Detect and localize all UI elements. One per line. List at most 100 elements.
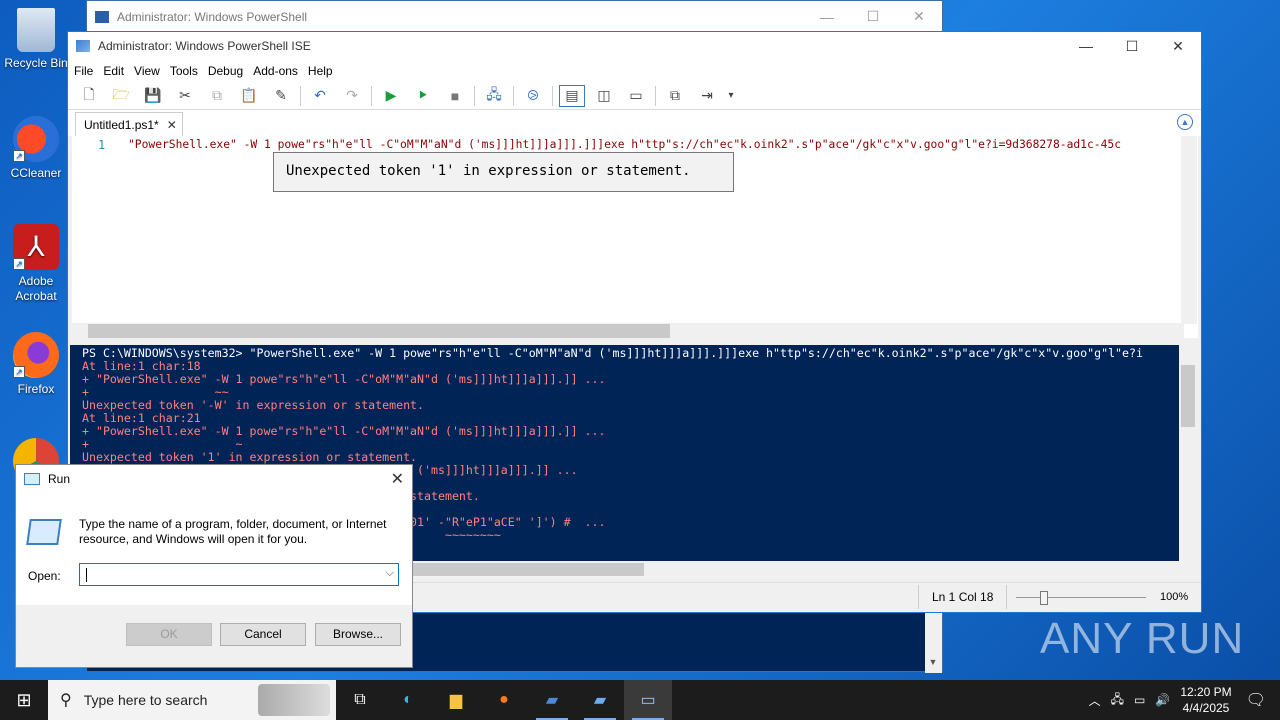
menu-edit[interactable]: Edit	[103, 64, 131, 78]
clock-time: 12:20 PM	[1180, 685, 1232, 699]
menu-tools[interactable]: Tools	[170, 64, 205, 78]
remote-powershell-icon[interactable]: 🖧	[481, 85, 507, 107]
toolbar-separator	[300, 85, 301, 106]
menu-bar: File Edit View Tools Debug Add-ons Help	[68, 60, 1201, 82]
zoom-slider[interactable]	[1016, 591, 1146, 605]
console-line: + "PowerShell.exe" -W 1 powe"rs"h"e"ll -…	[82, 372, 606, 386]
cancel-button[interactable]: Cancel	[220, 623, 306, 646]
taskbar-run[interactable]: ▭	[624, 680, 672, 720]
console-line: PS C:\WINDOWS\system32> "PowerShell.exe"…	[82, 346, 1143, 360]
open-input[interactable]: ⌵	[79, 563, 399, 586]
desktop-icon-ccleaner[interactable]: ↗ CCleaner	[0, 116, 72, 181]
console-vertical-scrollbar[interactable]	[1179, 345, 1197, 561]
taskbar-firefox[interactable]: ●	[480, 680, 528, 720]
run-titlebar[interactable]: Run	[16, 465, 412, 493]
taskbar-file-explorer[interactable]: ▆	[432, 680, 480, 720]
menu-add-ons[interactable]: Add-ons	[253, 64, 305, 78]
menu-file[interactable]: File	[74, 64, 100, 78]
show-script-pane-top-icon[interactable]: ▤	[559, 84, 585, 107]
menu-view[interactable]: View	[134, 64, 167, 78]
scrollbar-thumb[interactable]	[1181, 365, 1195, 427]
tab-untitled1[interactable]: Untitled1.ps1* ✕	[75, 112, 183, 136]
adobe-acrobat-icon: ⅄ ↗	[13, 224, 59, 270]
shortcut-arrow-icon: ↗	[13, 366, 25, 378]
desktop-icon-adobe-acrobat[interactable]: ⅄ ↗ Adobe Acrobat	[0, 224, 72, 304]
open-folder-icon[interactable]: 🗁	[108, 85, 134, 107]
show-script-pane-max-icon[interactable]: ▭	[623, 85, 649, 107]
folder-icon: ▆	[449, 692, 463, 709]
show-script-pane-right-icon[interactable]: ◫	[591, 85, 617, 107]
start-powershell-icon[interactable]: ⧁	[520, 85, 546, 107]
script-code[interactable]: "PowerShell.exe" -W 1 powe"rs"h"e"ll -C"…	[128, 138, 1184, 151]
toolbar-overflow-icon[interactable]: ▾	[726, 85, 736, 107]
chevron-down-icon[interactable]: ⌵	[386, 567, 394, 580]
toolbar-separator	[655, 85, 656, 106]
start-button[interactable]: ⊞	[0, 680, 48, 720]
collapse-script-pane-icon[interactable]: ▲	[1177, 114, 1193, 130]
taskbar-powershell[interactable]: ▰	[528, 680, 576, 720]
undo-icon[interactable]: ↶	[307, 85, 333, 107]
taskbar-search[interactable]: ⚲ Type here to search	[48, 680, 336, 720]
run-description: Type the name of a program, folder, docu…	[79, 517, 387, 546]
browse-button[interactable]: Browse...	[315, 623, 401, 646]
console-line: + "PowerShell.exe" -W 1 powe"rs"h"e"ll -…	[82, 424, 606, 438]
show-hidden-icons-icon[interactable]: ︿	[1089, 692, 1101, 709]
run-button-bar: OK Cancel Browse...	[16, 605, 412, 667]
network-icon[interactable]: 🖧	[1111, 690, 1124, 711]
run-selection-icon[interactable]: ⯈	[410, 85, 436, 107]
display-icon[interactable]: ▭	[1134, 693, 1145, 707]
menu-help[interactable]: Help	[308, 64, 340, 78]
search-icon: ⚲	[60, 692, 72, 709]
text-caret	[86, 568, 87, 582]
shortcut-arrow-icon: ↗	[13, 150, 25, 162]
script-editor[interactable]: 1 "PowerShell.exe" -W 1 powe"rs"h"e"ll -…	[72, 136, 1198, 338]
redo-icon[interactable]: ↷	[339, 85, 365, 107]
task-view-button[interactable]: ⧉	[336, 680, 384, 720]
open-label: Open:	[28, 569, 61, 583]
close-button[interactable]: ✕	[896, 1, 942, 32]
minimize-button[interactable]: —	[1063, 32, 1109, 60]
cut-icon[interactable]: ✂	[172, 85, 198, 107]
console-line: Unexpected token '-W' in expression or s…	[82, 398, 425, 412]
window-title: Administrator: Windows PowerShell	[117, 9, 308, 24]
maximize-button[interactable]: ☐	[1109, 32, 1155, 60]
close-button[interactable]: ✕	[1155, 32, 1201, 60]
clock[interactable]: 12:20 PM 4/4/2025	[1180, 684, 1231, 716]
save-icon[interactable]: 💾	[140, 85, 166, 107]
volume-icon[interactable]: 🔊	[1155, 693, 1170, 707]
run-dialog[interactable]: Run ✕ Type the name of a program, folder…	[15, 464, 413, 668]
windows-logo-icon: ⊞	[16, 689, 32, 710]
notifications-icon[interactable]: 🗨	[1246, 690, 1266, 710]
editor-vertical-scrollbar[interactable]	[1181, 136, 1197, 324]
desktop-icon-label: Firefox	[17, 382, 55, 396]
scroll-down-arrow-icon[interactable]: ▼	[926, 655, 940, 669]
new-file-icon[interactable]: 🗋	[76, 85, 102, 107]
minimize-button[interactable]: —	[804, 1, 850, 32]
close-tab-icon[interactable]: ✕	[167, 118, 177, 132]
run-script-icon[interactable]: ▶	[378, 85, 404, 107]
desktop-icon-recycle-bin[interactable]: Recycle Bin	[0, 8, 72, 71]
stop-icon[interactable]: ■	[442, 85, 468, 107]
desktop-icon-firefox[interactable]: ↗ Firefox	[0, 332, 72, 397]
toolbar: 🗋 🗁 💾 ✂ ⧉ 📋 ✎ ↶ ↷ ▶ ⯈ ■ 🖧 ⧁ ▤ ◫ ▭ ⧉ ⇥ ▾	[68, 82, 1201, 110]
menu-debug[interactable]: Debug	[208, 64, 250, 78]
taskbar-powershell-ise[interactable]: ▰	[576, 680, 624, 720]
editor-horizontal-scrollbar[interactable]	[72, 323, 1184, 339]
recycle-bin-icon	[17, 8, 55, 52]
clear-console-icon[interactable]: ✎	[268, 85, 294, 107]
taskbar-edge[interactable]: ◐	[384, 680, 432, 720]
maximize-button[interactable]: ☐	[850, 1, 896, 32]
zoom-slider-knob[interactable]	[1040, 591, 1048, 605]
ise-icon	[76, 40, 90, 52]
scrollbar-thumb[interactable]	[88, 324, 670, 338]
close-icon[interactable]: ✕	[391, 469, 404, 489]
show-command-window-icon[interactable]: ⧉	[662, 85, 688, 107]
ok-button[interactable]: OK	[126, 623, 212, 646]
show-command-addon-icon[interactable]: ⇥	[694, 85, 720, 107]
paste-icon[interactable]: 📋	[236, 85, 262, 107]
clock-date: 4/4/2025	[1182, 701, 1230, 715]
window-title: Administrator: Windows PowerShell ISE	[98, 39, 311, 53]
copy-icon[interactable]: ⧉	[204, 85, 230, 107]
powershell-ise-icon: ▰	[593, 692, 607, 709]
ise-titlebar[interactable]: Administrator: Windows PowerShell ISE	[68, 32, 1201, 60]
